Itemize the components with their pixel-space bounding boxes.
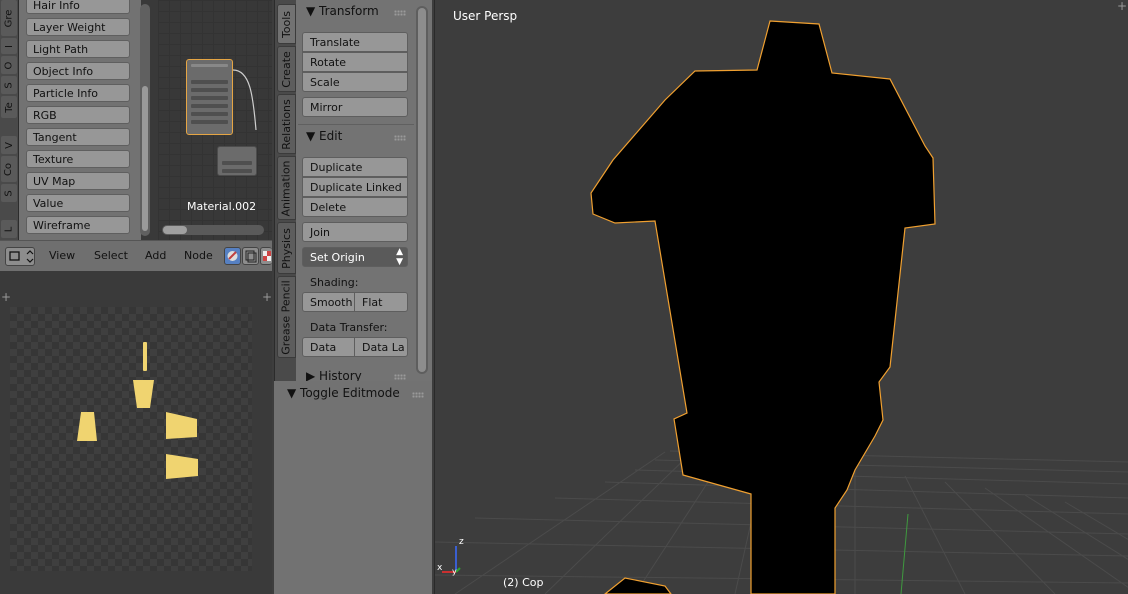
tool-shelf-panel: ▼ Transform Translate Rotate Scale Mirro…	[296, 0, 432, 383]
data-layout-button[interactable]: Data La	[354, 337, 408, 357]
side-tab[interactable]: Gre	[1, 0, 17, 36]
menu-node[interactable]: Node	[184, 249, 213, 262]
particle-info-button[interactable]: Particle Info	[26, 84, 130, 102]
rotate-button[interactable]: Rotate	[302, 52, 408, 72]
wireframe-button[interactable]: Wireframe	[26, 216, 130, 234]
node-editor-header: View Select Add Node	[0, 240, 272, 271]
panel-grip-icon[interactable]	[394, 10, 406, 16]
object-base-fragment	[604, 577, 672, 594]
smooth-button[interactable]: Smooth	[302, 292, 355, 312]
uv-map-node[interactable]	[217, 146, 257, 176]
editor-type-button[interactable]	[5, 247, 35, 266]
axis-z-label: z	[459, 537, 464, 547]
updown-arrows-icon: ▲ ▼	[396, 247, 403, 267]
tab-grease-pencil[interactable]: Grease Pencil	[277, 276, 296, 358]
translate-button[interactable]: Translate	[302, 32, 408, 52]
toggle-editmode-header[interactable]: ▼ Toggle Editmode	[287, 386, 400, 400]
active-object-label: (2) Cop	[503, 576, 544, 589]
value-button[interactable]: Value	[26, 194, 130, 212]
side-tab[interactable]: S	[1, 184, 17, 202]
side-tab[interactable]: Te	[1, 96, 17, 118]
data-transfer-label: Data Transfer:	[310, 321, 388, 334]
side-tab[interactable]: L	[1, 220, 17, 238]
node-editor-icon	[9, 250, 34, 263]
viewport-scene	[435, 20, 1128, 594]
viewport-title: User Persp	[453, 9, 518, 23]
delete-button[interactable]: Delete	[302, 197, 408, 217]
tab-relations[interactable]: Relations	[277, 94, 296, 154]
uv-map-button[interactable]: UV Map	[26, 172, 130, 190]
uv-islands	[77, 342, 198, 479]
panel-grip-icon[interactable]	[394, 135, 406, 141]
object-info-button[interactable]: Object Info	[26, 62, 130, 80]
texture-coordinate-button[interactable]: Texture Coordinate	[26, 150, 130, 184]
tab-create[interactable]: Create	[277, 46, 296, 92]
data-transfer-button[interactable]: Data	[302, 337, 355, 357]
menu-view[interactable]: View	[49, 249, 75, 262]
uv-image-editor[interactable]: + +	[0, 271, 272, 594]
side-tab[interactable]: S	[1, 76, 17, 94]
menu-add[interactable]: Add	[145, 249, 166, 262]
duplicate-button[interactable]: Duplicate	[302, 157, 408, 177]
selected-object-silhouette	[590, 20, 936, 594]
node-hscrollbar-thumb[interactable]	[163, 226, 187, 234]
menu-select[interactable]: Select	[94, 249, 128, 262]
side-tab[interactable]: V	[1, 136, 17, 154]
side-tab[interactable]: I	[1, 38, 17, 54]
edit-panel-header[interactable]: ▼ Edit	[306, 129, 342, 143]
list-scrollbar-thumb[interactable]	[142, 86, 148, 231]
flat-button[interactable]: Flat	[354, 292, 408, 312]
panel-grip-icon[interactable]	[412, 392, 424, 398]
transform-panel-header[interactable]: ▼ Transform	[306, 4, 379, 18]
shading-label: Shading:	[310, 276, 359, 289]
tab-tools[interactable]: Tools	[277, 4, 296, 44]
axis-x-label: x	[437, 563, 443, 573]
3d-viewport[interactable]: +	[434, 0, 1128, 594]
node-add-list: Hair Info Layer Weight Light Path Object…	[19, 0, 141, 240]
mirror-button[interactable]: Mirror	[302, 97, 408, 117]
area-split-plus-icon[interactable]: +	[1117, 0, 1127, 12]
light-path-button[interactable]: Light Path	[26, 40, 130, 58]
tool-shelf-scrollbar-thumb[interactable]	[418, 8, 426, 372]
panel-grip-icon[interactable]	[394, 374, 406, 380]
layer-weight-button[interactable]: Layer Weight	[26, 18, 130, 36]
node-side-tabs: Gre I O S Te V Co S L	[0, 0, 19, 240]
y-axis-line	[900, 513, 909, 594]
scale-button[interactable]: Scale	[302, 72, 408, 92]
rgb-button[interactable]: RGB	[26, 106, 130, 124]
tab-physics[interactable]: Physics	[277, 222, 296, 274]
tangent-button[interactable]: Tangent	[26, 128, 130, 146]
compositing-nodes-icon[interactable]	[242, 247, 259, 265]
tab-animation[interactable]: Animation	[277, 156, 296, 220]
hair-info-button[interactable]: Hair Info	[26, 0, 130, 14]
texture-nodes-icon[interactable]	[260, 247, 272, 265]
shader-nodes-icon[interactable]	[224, 247, 241, 265]
side-tab[interactable]: O	[1, 56, 17, 74]
axis-y-label: y	[452, 567, 457, 576]
duplicate-linked-button[interactable]: Duplicate Linked	[302, 177, 408, 197]
material-name-label: Material.002	[187, 200, 257, 213]
join-button[interactable]: Join	[302, 222, 408, 242]
set-origin-dropdown[interactable]: Set Origin ▲ ▼	[302, 247, 408, 267]
image-texture-node[interactable]	[186, 59, 233, 135]
operator-panel: ▼ Toggle Editmode	[274, 381, 432, 594]
side-tab[interactable]: Co	[1, 156, 17, 182]
